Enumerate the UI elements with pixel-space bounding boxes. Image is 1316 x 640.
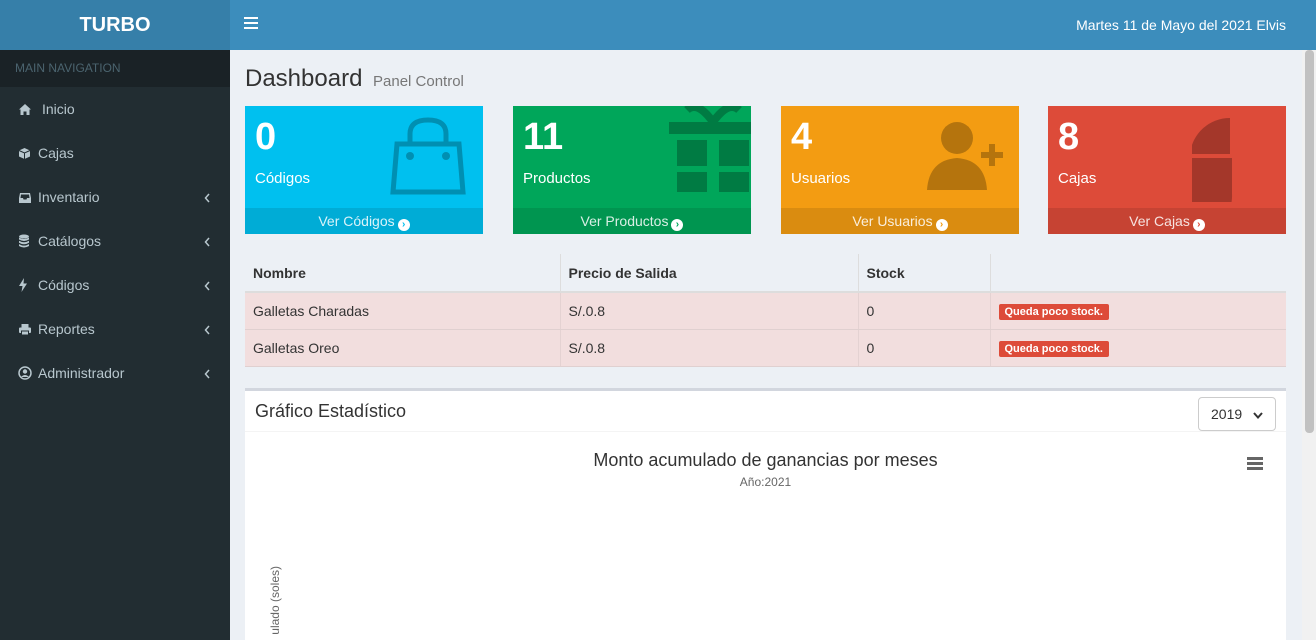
- sidebar-item-label: Inicio: [42, 101, 75, 117]
- page-subtitle: Panel Control: [373, 73, 464, 90]
- year-select[interactable]: 2019: [1198, 397, 1276, 431]
- stat-value: 11: [523, 116, 564, 158]
- top-navbar: Martes 11 de Mayo del 2021 Elvis: [230, 0, 1316, 50]
- stat-link-label: Ver Usuarios: [852, 213, 933, 229]
- chevron-left-icon: [204, 190, 210, 206]
- sidebar: TURBO MAIN NAVIGATION Inicio Cajas Inven…: [0, 0, 230, 640]
- sidebar-item-cajas[interactable]: Cajas: [0, 131, 230, 175]
- sidebar-item-label: Inventario: [38, 189, 100, 205]
- sidebar-item-label: Cajas: [38, 145, 74, 161]
- stat-box-productos: 11 Productos Ver Productos ›: [513, 106, 751, 234]
- stat-box-usuarios: 4 Usuarios Ver Usuarios ›: [781, 106, 1019, 234]
- sidebar-item-catalogos[interactable]: Catálogos: [0, 219, 230, 263]
- low-stock-table: Nombre Precio de Salida Stock Galletas C…: [245, 254, 1286, 367]
- table-header-row: Nombre Precio de Salida Stock: [245, 254, 1286, 293]
- bolt-icon: [18, 278, 38, 292]
- sidebar-item-label: Reportes: [38, 321, 95, 337]
- stat-box-cajas: 8 Cajas Ver Cajas ›: [1048, 106, 1286, 234]
- column-header-empty: [990, 254, 1286, 293]
- chart-title: Monto acumulado de ganancias por meses: [593, 450, 938, 470]
- user-circle-icon: [18, 366, 38, 380]
- stat-footer-link[interactable]: Ver Códigos ›: [245, 208, 483, 234]
- chart-box: Gráfico Estadístico 2019 Monto acumulado…: [245, 388, 1286, 640]
- sidebar-item-label: Administrador: [38, 365, 125, 381]
- chevron-down-icon: [1253, 406, 1263, 422]
- low-stock-badge: Queda poco stock.: [998, 340, 1109, 357]
- gift-icon: [667, 106, 751, 197]
- inbox-icon: [18, 191, 38, 204]
- sidebar-item-codigos[interactable]: Códigos: [0, 263, 230, 307]
- cube-icon: [18, 147, 38, 160]
- sidebar-item-administrador[interactable]: Administrador: [0, 351, 230, 395]
- chevron-left-icon: [204, 322, 210, 338]
- arrow-circle-right-icon: ›: [1192, 219, 1205, 231]
- low-stock-badge: Queda poco stock.: [998, 303, 1109, 320]
- chevron-left-icon: [204, 366, 210, 382]
- chart-context-menu-icon[interactable]: [1247, 457, 1263, 472]
- stat-footer-link[interactable]: Ver Usuarios ›: [781, 208, 1019, 234]
- price-cell: S/.0.8: [560, 329, 859, 367]
- scrollbar-thumb[interactable]: [1305, 50, 1314, 433]
- sidebar-item-reportes[interactable]: Reportes: [0, 307, 230, 351]
- box-divider: [245, 431, 1286, 432]
- sidebar-item-label: Códigos: [38, 277, 90, 293]
- stock-cell: 0: [858, 292, 991, 330]
- home-icon: [18, 103, 38, 116]
- arrow-circle-right-icon: ›: [671, 219, 684, 231]
- arrow-circle-right-icon: ›: [397, 219, 410, 231]
- app-logo[interactable]: TURBO: [0, 0, 230, 50]
- stat-label: Cajas: [1058, 170, 1097, 187]
- table-row: Galletas Oreo S/.0.8 0 Queda poco stock.: [245, 329, 1286, 367]
- product-name-cell: Galletas Oreo: [245, 329, 561, 367]
- stat-link-label: Ver Cajas: [1129, 213, 1190, 229]
- database-icon: [18, 234, 38, 248]
- table-row: Galletas Charadas S/.0.8 0 Queda poco st…: [245, 292, 1286, 330]
- column-header: Stock: [858, 254, 991, 293]
- user-plus-icon: [925, 120, 1009, 197]
- pie-chart-icon: [1156, 117, 1276, 234]
- date-user-label[interactable]: Martes 11 de Mayo del 2021 Elvis: [1076, 17, 1286, 33]
- chevron-left-icon: [204, 278, 210, 294]
- stat-footer-link[interactable]: Ver Cajas ›: [1048, 208, 1286, 234]
- sidebar-item-label: Catálogos: [38, 233, 102, 249]
- stat-label: Usuarios: [791, 170, 851, 187]
- stock-cell: 0: [858, 329, 991, 367]
- stat-link-label: Ver Productos: [580, 213, 669, 229]
- chart-box-title: Gráfico Estadístico: [255, 401, 407, 421]
- stat-value: 0: [255, 116, 277, 158]
- chart-subtitle: Año:2021: [739, 475, 792, 489]
- year-select-value: 2019: [1211, 406, 1243, 422]
- status-cell: Queda poco stock.: [990, 329, 1286, 367]
- stat-label: Códigos: [255, 170, 311, 187]
- stat-value: 8: [1058, 116, 1080, 158]
- column-header: Precio de Salida: [560, 254, 859, 293]
- chevron-left-icon: [204, 234, 210, 250]
- arrow-circle-right-icon: ›: [935, 219, 948, 231]
- stat-link-label: Ver Códigos: [318, 213, 395, 229]
- hamburger-menu-icon[interactable]: [244, 17, 258, 31]
- page-scrollbar[interactable]: [1302, 50, 1316, 640]
- price-cell: S/.0.8: [560, 292, 859, 330]
- chart-y-axis-label: ulado (soles): [268, 566, 282, 635]
- print-icon: [18, 323, 38, 336]
- stat-value: 4: [791, 116, 813, 158]
- status-cell: Queda poco stock.: [990, 292, 1286, 330]
- nav-header: MAIN NAVIGATION: [0, 50, 230, 87]
- stat-footer-link[interactable]: Ver Productos ›: [513, 208, 751, 234]
- page-title: Dashboard: [245, 65, 363, 92]
- column-header: Nombre: [245, 254, 561, 293]
- sidebar-item-inventario[interactable]: Inventario: [0, 175, 230, 219]
- sidebar-item-inicio[interactable]: Inicio: [0, 87, 230, 131]
- product-name-cell: Galletas Charadas: [245, 292, 561, 330]
- stat-label: Productos: [523, 170, 591, 187]
- shopping-bag-icon: [383, 116, 473, 201]
- stat-box-codigos: 0 Códigos Ver Códigos ›: [245, 106, 483, 234]
